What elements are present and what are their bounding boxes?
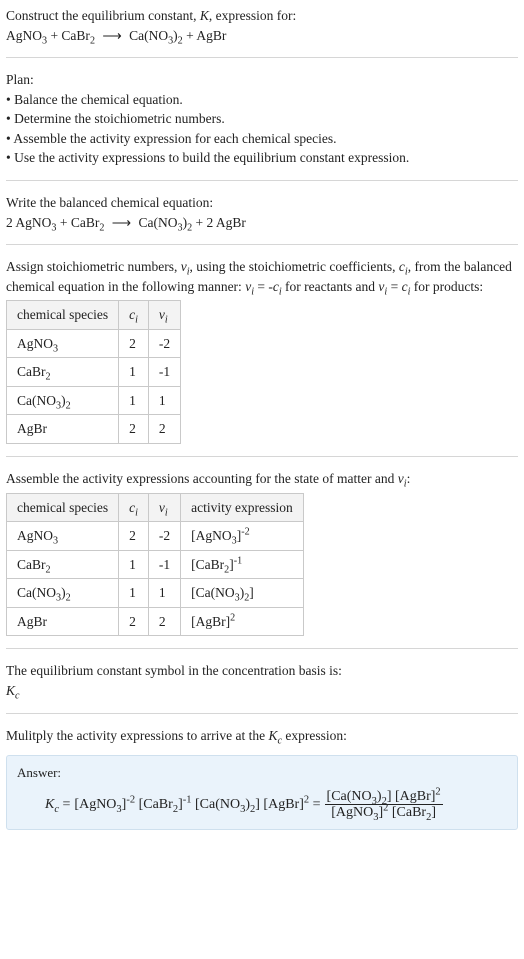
kc-fraction: [Ca(NO3)2] [AgBr]2 [AgNO3]2 [CaBr2]: [325, 789, 443, 821]
plan-title: Plan:: [6, 70, 518, 90]
balanced-section: Write the balanced chemical equation: 2 …: [6, 193, 518, 245]
kc-expression: Kc = [AgNO3]-2 [CaBr2]-1 [Ca(NO3)2] [AgB…: [17, 789, 507, 821]
cell-c: 2: [119, 415, 149, 444]
table-header-row: chemical species ci νi: [7, 301, 181, 330]
prompt-line-1: Construct the equilibrium constant, K, e…: [6, 6, 518, 26]
cell-v: -1: [148, 550, 180, 579]
cell-c: 1: [119, 579, 149, 608]
cell-v: 2: [148, 607, 180, 636]
answer-label: Answer:: [17, 764, 507, 783]
cell-c: 1: [119, 550, 149, 579]
col-expr: activity expression: [181, 493, 304, 522]
multiply-section: Mulitply the activity expressions to arr…: [6, 726, 518, 750]
plan-item: • Use the activity expressions to build …: [6, 148, 518, 168]
cell-expr: [CaBr2]-1: [181, 550, 304, 579]
activity-table: chemical species ci νi activity expressi…: [6, 493, 304, 637]
cell-species: AgNO3: [7, 522, 119, 551]
col-c: ci: [119, 301, 149, 330]
balanced-equation: 2 AgNO3 + CaBr2 ⟶ Ca(NO3)2 + 2 AgBr: [6, 213, 518, 233]
stoich-table: chemical species ci νi AgNO3 2 -2 CaBr2 …: [6, 300, 181, 444]
table-row: AgNO3 2 -2: [7, 329, 181, 358]
cell-expr: [AgBr]2: [181, 607, 304, 636]
cell-c: 1: [119, 358, 149, 387]
cell-expr: [AgNO3]-2: [181, 522, 304, 551]
table-row: CaBr2 1 -1 [CaBr2]-1: [7, 550, 304, 579]
table-row: AgBr 2 2: [7, 415, 181, 444]
stoich-intro: Assign stoichiometric numbers, νi, using…: [6, 257, 518, 296]
cell-species: CaBr2: [7, 550, 119, 579]
cell-v: -1: [148, 358, 180, 387]
activity-section: Assemble the activity expressions accoun…: [6, 469, 518, 649]
plan-item: • Determine the stoichiometric numbers.: [6, 109, 518, 129]
symbol-section: The equilibrium constant symbol in the c…: [6, 661, 518, 713]
plan-item: • Balance the chemical equation.: [6, 90, 518, 110]
cell-c: 2: [119, 522, 149, 551]
col-v: νi: [148, 493, 180, 522]
plan-section: Plan: • Balance the chemical equation. •…: [6, 70, 518, 181]
unbalanced-equation: AgNO3 + CaBr2 ⟶ Ca(NO3)2 + AgBr: [6, 26, 518, 46]
cell-v: -2: [148, 522, 180, 551]
cell-species: AgBr: [7, 415, 119, 444]
cell-v: 2: [148, 415, 180, 444]
col-c: ci: [119, 493, 149, 522]
table-row: Ca(NO3)2 1 1 [Ca(NO3)2]: [7, 579, 304, 608]
balanced-intro: Write the balanced chemical equation:: [6, 193, 518, 213]
cell-v: -2: [148, 329, 180, 358]
stoich-section: Assign stoichiometric numbers, νi, using…: [6, 257, 518, 457]
kc-denominator: [AgNO3]2 [CaBr2]: [329, 805, 438, 820]
cell-species: AgBr: [7, 607, 119, 636]
col-species: chemical species: [7, 301, 119, 330]
multiply-intro: Mulitply the activity expressions to arr…: [6, 726, 518, 746]
table-row: AgNO3 2 -2 [AgNO3]-2: [7, 522, 304, 551]
cell-species: Ca(NO3)2: [7, 579, 119, 608]
col-v: νi: [148, 301, 180, 330]
cell-species: AgNO3: [7, 329, 119, 358]
prompt-section: Construct the equilibrium constant, K, e…: [6, 6, 518, 58]
cell-species: Ca(NO3)2: [7, 386, 119, 415]
cell-v: 1: [148, 579, 180, 608]
table-header-row: chemical species ci νi activity expressi…: [7, 493, 304, 522]
cell-species: CaBr2: [7, 358, 119, 387]
symbol-kc: Kc: [6, 681, 518, 701]
cell-v: 1: [148, 386, 180, 415]
cell-c: 2: [119, 329, 149, 358]
table-row: CaBr2 1 -1: [7, 358, 181, 387]
cell-expr: [Ca(NO3)2]: [181, 579, 304, 608]
cell-c: 2: [119, 607, 149, 636]
cell-c: 1: [119, 386, 149, 415]
answer-box: Answer: Kc = [AgNO3]-2 [CaBr2]-1 [Ca(NO3…: [6, 755, 518, 830]
prompt-text: Construct the equilibrium constant, K, e…: [6, 8, 296, 23]
symbol-intro: The equilibrium constant symbol in the c…: [6, 661, 518, 681]
activity-intro: Assemble the activity expressions accoun…: [6, 469, 518, 489]
plan-item: • Assemble the activity expression for e…: [6, 129, 518, 149]
kc-lhs: Kc =: [45, 795, 70, 815]
table-row: Ca(NO3)2 1 1: [7, 386, 181, 415]
kc-product: [AgNO3]-2 [CaBr2]-1 [Ca(NO3)2] [AgBr]2 =: [74, 795, 320, 815]
table-row: AgBr 2 2 [AgBr]2: [7, 607, 304, 636]
col-species: chemical species: [7, 493, 119, 522]
